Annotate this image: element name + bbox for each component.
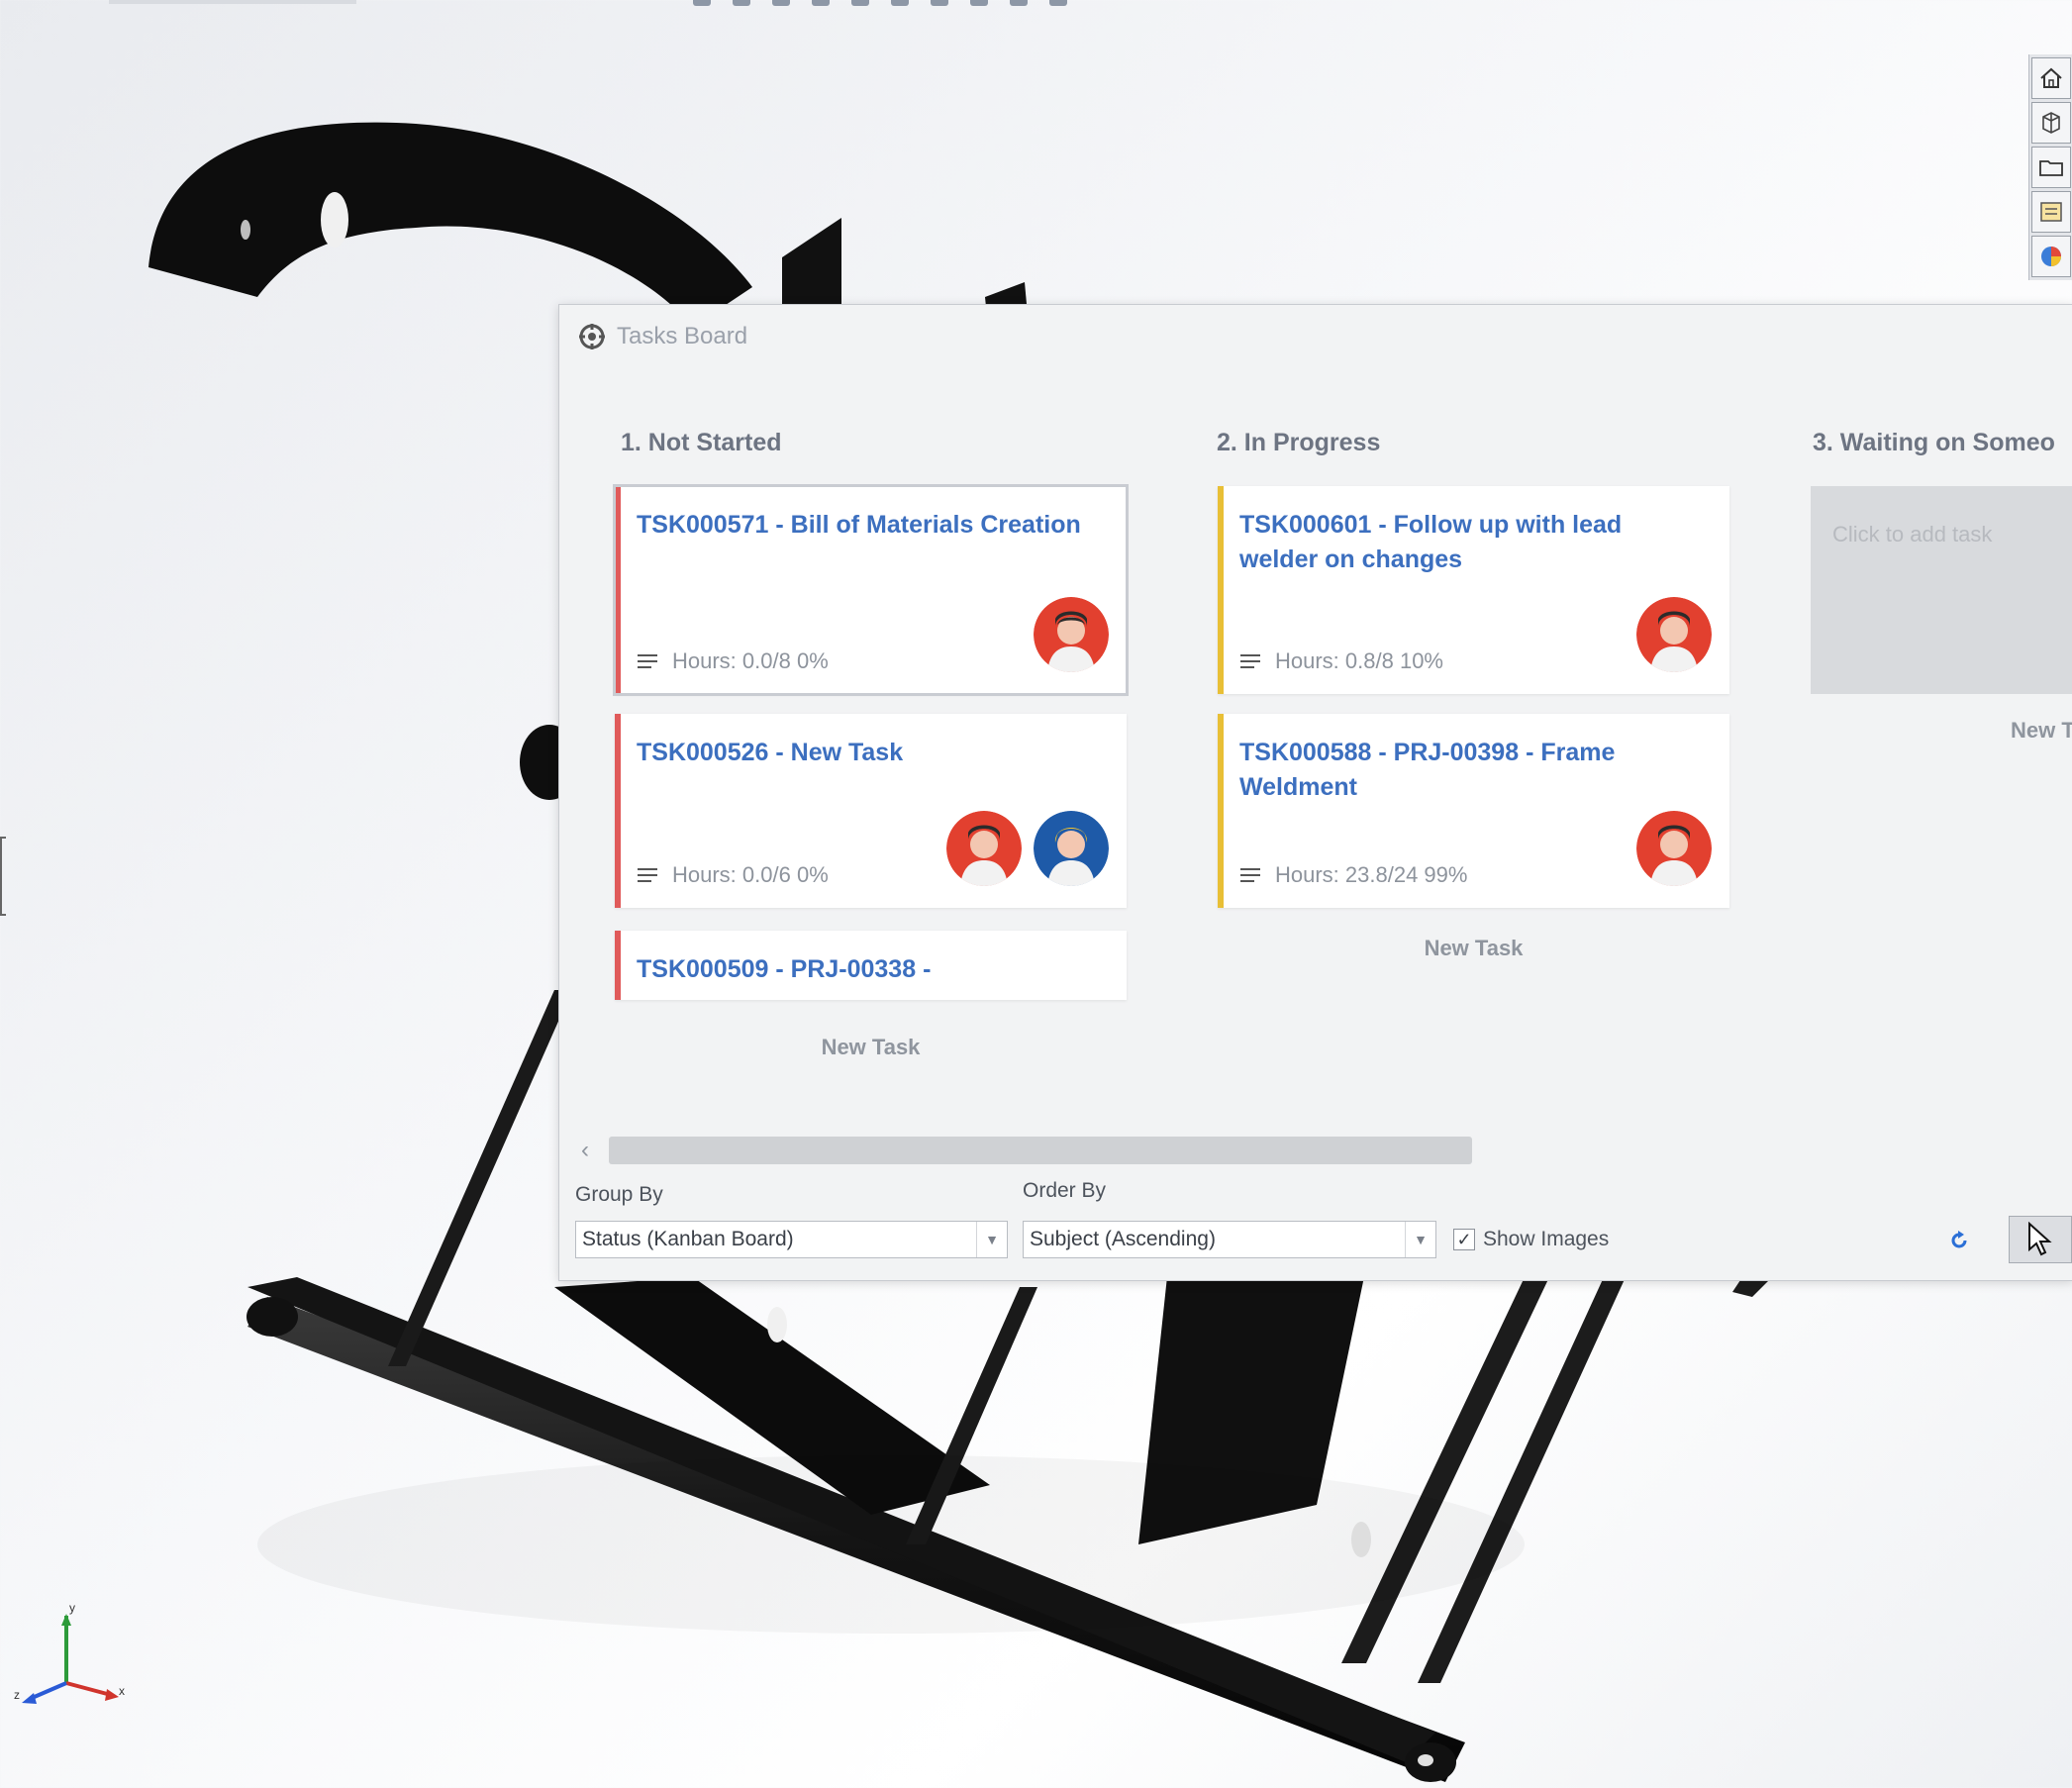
task-card-title[interactable]: TSK000526 - New Task [637,736,1102,770]
task-card[interactable]: TSK000509 - PRJ-00338 - [615,931,1127,1000]
top-toolbar [693,0,1327,6]
toolbar-icon[interactable] [772,0,790,6]
properties-icon[interactable] [2031,191,2071,233]
notes-icon [638,654,657,668]
toolbar-icon[interactable] [1049,0,1067,6]
chevron-down-icon[interactable]: ▼ [976,1222,1007,1257]
task-card[interactable]: TSK000571 - Bill of Materials Creation H… [613,484,1129,696]
column-header-in-progress: 2. In Progress [1217,429,1381,456]
coordinate-triad: y x z [14,1601,125,1704]
new-task-button[interactable]: New Task [1218,936,1729,961]
task-pane-tabs [2028,54,2072,280]
scroll-thumb[interactable] [609,1137,1472,1164]
avatar-icon[interactable] [1636,811,1712,886]
add-task-placeholder[interactable]: Click to add task [1811,486,2072,694]
show-images-label: Show Images [1483,1228,1610,1250]
triad-y-label: y [69,1601,75,1615]
task-card-title[interactable]: TSK000588 - PRJ-00398 - Frame Weldment [1239,736,1705,805]
refresh-icon [1951,1231,1967,1248]
order-by-value: Subject (Ascending) [1030,1228,1216,1250]
horizontal-scrollbar[interactable]: ‹ [581,1135,2036,1166]
panel-edge [0,837,6,916]
task-card[interactable]: TSK000588 - PRJ-00398 - Frame Weldment H… [1218,714,1729,908]
new-task-button[interactable]: New T [2011,718,2072,744]
select-pointer-button[interactable] [2009,1216,2072,1263]
avatar-icon[interactable] [1034,811,1109,886]
task-card-hours: Hours: 0.0/6 0% [637,862,829,888]
dialog-titlebar[interactable]: Tasks Board [577,319,747,354]
avatar-icon[interactable] [1636,597,1712,672]
hours-text: Hours: 23.8/24 99% [1275,862,1468,887]
toolbar-icon[interactable] [1010,0,1028,6]
notes-icon [1240,868,1260,882]
hours-text: Hours: 0.8/8 10% [1275,648,1443,673]
toolbar-icon[interactable] [693,0,711,6]
chevron-down-icon[interactable]: ▼ [1405,1222,1435,1257]
appearance-icon[interactable] [2031,236,2071,277]
new-task-button[interactable]: New Task [615,1035,1127,1060]
toolbar-icon[interactable] [891,0,909,6]
group-by-label: Group By [575,1183,663,1206]
top-toolbar-left [109,0,356,4]
tasks-board-dialog: Tasks Board 1. Not Started TSK000571 - B… [558,304,2072,1281]
toolbar-icon[interactable] [733,0,750,6]
notes-icon [638,868,657,882]
hours-text: Hours: 0.0/6 0% [672,862,829,887]
task-card[interactable]: TSK000601 - Follow up with lead welder o… [1218,486,1729,694]
home-icon[interactable] [2031,57,2071,99]
triad-z-label: z [14,1688,20,1702]
column-header-not-started: 1. Not Started [621,429,782,456]
placeholder-text: Click to add task [1832,522,1993,546]
scroll-left-icon[interactable]: ‹ [581,1137,589,1164]
toolbar-icon[interactable] [812,0,830,6]
order-by-select[interactable]: Subject (Ascending) ▼ [1023,1221,1436,1258]
pointer-icon [2028,1222,2052,1256]
refresh-button[interactable] [1943,1225,1975,1256]
task-card-hours: Hours: 0.8/8 10% [1239,648,1443,674]
task-card[interactable]: TSK000526 - New Task Hours: 0.0/6 0% [615,714,1127,908]
order-by-label: Order By [1023,1179,1107,1202]
hours-text: Hours: 0.0/8 0% [672,648,829,673]
show-images-checkbox[interactable]: ✓ Show Images [1453,1228,1609,1251]
task-card-title[interactable]: TSK000571 - Bill of Materials Creation [637,508,1102,543]
folder-icon[interactable] [2031,147,2071,188]
cube-icon[interactable] [2031,102,2071,144]
toolbar-icon[interactable] [851,0,869,6]
group-by-value: Status (Kanban Board) [582,1228,794,1250]
checkbox[interactable]: ✓ [1453,1229,1475,1250]
notes-icon [1240,654,1260,668]
task-card-hours: Hours: 23.8/24 99% [1239,862,1467,888]
dialog-title: Tasks Board [617,323,748,349]
column-header-waiting: 3. Waiting on Someo [1813,429,2055,456]
group-by-select[interactable]: Status (Kanban Board) ▼ [575,1221,1008,1258]
avatar-icon[interactable] [1034,597,1109,672]
triad-x-label: x [119,1684,125,1698]
task-card-hours: Hours: 0.0/8 0% [637,648,829,674]
dialog-app-icon [579,324,605,349]
toolbar-icon[interactable] [931,0,948,6]
avatar-icon[interactable] [946,811,1022,886]
toolbar-icon[interactable] [970,0,988,6]
task-card-title[interactable]: TSK000509 - PRJ-00338 - [637,952,1102,987]
task-card-title[interactable]: TSK000601 - Follow up with lead welder o… [1239,508,1705,577]
